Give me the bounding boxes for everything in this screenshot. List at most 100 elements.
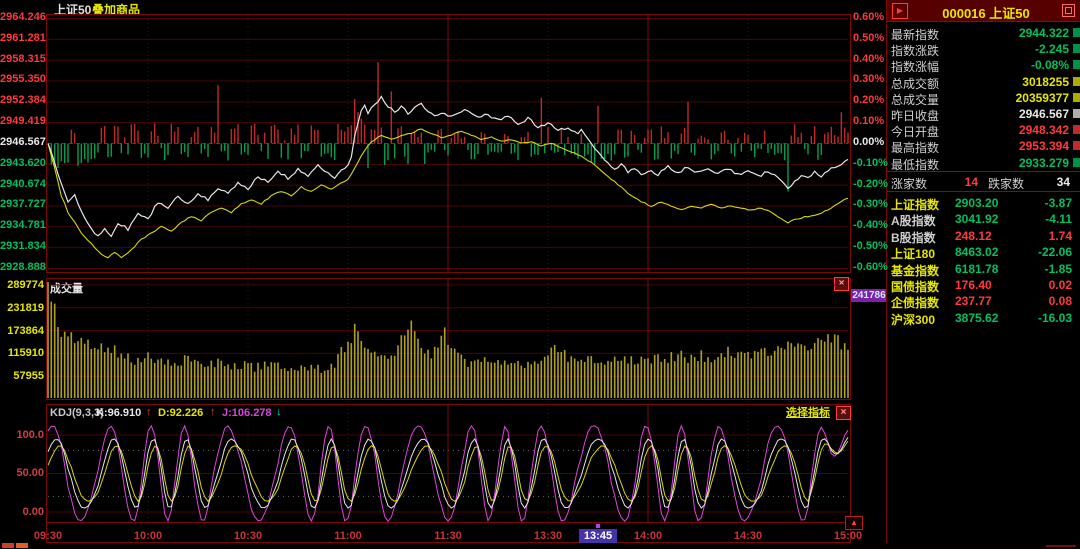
index-change: 0.08: [1010, 294, 1072, 308]
stock-name: 上证50: [989, 6, 1029, 21]
volume-axis-label: 57955: [0, 370, 44, 382]
time-label: 14:00: [628, 530, 668, 542]
pct-axis-label: 0.20%: [853, 94, 884, 106]
price-axis-label: 2952.384: [0, 94, 44, 106]
stat-row[interactable]: 今日开盘2948.342: [887, 123, 1080, 139]
kdj-axis-label: 100.0: [0, 429, 44, 441]
time-label: 10:30: [228, 530, 268, 542]
price-axis-label: 2949.419: [0, 115, 44, 127]
stat-row[interactable]: 总成交额 3018255: [887, 75, 1080, 91]
volume-axis-label: 289774: [0, 279, 44, 291]
time-label: 10:00: [128, 530, 168, 542]
stat-value: 3018255: [955, 75, 1069, 89]
volume-axis-label: 231819: [0, 302, 44, 314]
pct-axis-label: 0.30%: [853, 73, 884, 85]
cursor-tick-icon: [596, 524, 600, 528]
pct-axis-label: 0.50%: [853, 32, 884, 44]
index-row[interactable]: B股指数248.121.74: [887, 229, 1080, 245]
stat-row[interactable]: 总成交量 20359377: [887, 91, 1080, 107]
index-row[interactable]: 上证指数 2903.20 -3.87: [887, 196, 1080, 212]
index-name: 企债指数: [891, 294, 939, 311]
stat-row[interactable]: 昨日收盘 2946.567: [887, 107, 1080, 123]
clipped-column-fragment: [1073, 77, 1080, 86]
volume-value-badge: 241786: [851, 289, 887, 302]
clipped-column-fragment: [1073, 93, 1080, 102]
clipped-marks: [1046, 545, 1076, 547]
index-row[interactable]: A股指数3041.92-4.11: [887, 212, 1080, 228]
index-name: 国债指数: [891, 278, 939, 295]
stat-row[interactable]: 最新指数2944.322: [887, 26, 1080, 42]
index-change: -4.11: [1010, 212, 1072, 226]
stat-row[interactable]: 指数涨跌-2.245: [887, 42, 1080, 58]
pct-axis-label: 0.60%: [853, 11, 884, 23]
index-change: 1.74: [1010, 229, 1072, 243]
index-value: 3041.92: [955, 212, 998, 226]
stat-value: 2946.567: [955, 107, 1069, 121]
kdj-chart-svg[interactable]: [47, 405, 850, 522]
stat-value: 2933.279: [955, 156, 1069, 170]
decliners-count: 34: [1030, 175, 1070, 189]
stat-value: 2953.394: [955, 139, 1069, 153]
stock-trading-terminal: 上证50 叠加商品 成交量 × 241786 KDJ(9,3,3) K:96.9…: [0, 0, 1080, 549]
kdj-axis-label: 0.00: [0, 506, 44, 518]
pct-axis-label: -0.60%: [853, 261, 888, 273]
stat-label: 总成交额: [891, 75, 939, 92]
volume-chart-svg[interactable]: [47, 279, 850, 399]
index-change: -3.87: [1010, 196, 1072, 210]
price-axis-label: 2937.727: [0, 198, 44, 210]
index-change: -16.03: [1010, 311, 1072, 325]
divider: [887, 191, 1080, 192]
stat-label: 总成交量: [891, 91, 939, 108]
price-axis-label: 2928.888: [0, 261, 44, 273]
index-row[interactable]: 国债指数176.400.02: [887, 278, 1080, 294]
stat-row[interactable]: 最低指数2933.279: [887, 156, 1080, 172]
index-change: -22.06: [1010, 245, 1072, 259]
price-axis-label: 2931.834: [0, 240, 44, 252]
arrow-right-icon[interactable]: ▶: [892, 3, 908, 19]
clipped-column-fragment: [1073, 60, 1080, 69]
price-axis-label: 2934.781: [0, 219, 44, 231]
clipped-column-fragment: [1073, 44, 1080, 53]
pct-axis-label: 0.00%: [853, 136, 884, 148]
index-row[interactable]: 上证180 8463.02 -22.06: [887, 245, 1080, 261]
volume-axis-label: 173864: [0, 325, 44, 337]
stat-label: 昨日收盘: [891, 107, 939, 124]
stat-row[interactable]: 指数涨幅-0.08%: [887, 58, 1080, 74]
index-value: 2903.20: [955, 196, 998, 210]
stat-row[interactable]: 最高指数 2953.394: [887, 139, 1080, 155]
pct-axis-label: 0.10%: [853, 115, 884, 127]
time-label: 13:30: [528, 530, 568, 542]
index-name: 上证指数: [891, 196, 939, 213]
advancers-label: 涨家数: [891, 175, 927, 192]
stat-value: -0.08%: [955, 58, 1069, 72]
clipped-column-fragment: [1073, 109, 1080, 118]
divider: [887, 171, 1080, 172]
intraday-chart-svg[interactable]: [47, 15, 850, 272]
clipped-bottom-strip: [0, 543, 1080, 549]
restore-window-icon[interactable]: [1062, 4, 1075, 17]
index-name: B股指数: [891, 229, 936, 246]
index-value: 8463.02: [955, 245, 998, 259]
index-name: 基金指数: [891, 262, 939, 279]
index-row[interactable]: 沪深3003875.62-16.03: [887, 311, 1080, 327]
advancers-count: 14: [938, 175, 978, 189]
index-value: 176.40: [955, 278, 992, 292]
clipped-icon: [16, 543, 28, 548]
index-value: 3875.62: [955, 311, 998, 325]
time-label: 15:00: [828, 530, 868, 542]
stat-label: 今日开盘: [891, 123, 939, 140]
pct-axis-label: -0.20%: [853, 178, 888, 190]
pct-axis-label: -0.40%: [853, 219, 888, 231]
price-axis-label: 2940.674: [0, 178, 44, 190]
price-axis-label: 2946.567: [0, 136, 44, 148]
index-name: 上证180: [891, 245, 935, 262]
quote-panel-header: ▶ 000016 上证50: [887, 0, 1080, 22]
index-row[interactable]: 企债指数237.770.08: [887, 294, 1080, 310]
stat-value: 20359377: [955, 91, 1069, 105]
pct-axis-label: 0.40%: [853, 53, 884, 65]
price-axis-label: 2943.620: [0, 157, 44, 169]
price-axis-label: 2955.350: [0, 73, 44, 85]
stat-label: 最高指数: [891, 139, 939, 156]
pct-axis-label: -0.10%: [853, 157, 888, 169]
index-row[interactable]: 基金指数6181.78-1.85: [887, 262, 1080, 278]
